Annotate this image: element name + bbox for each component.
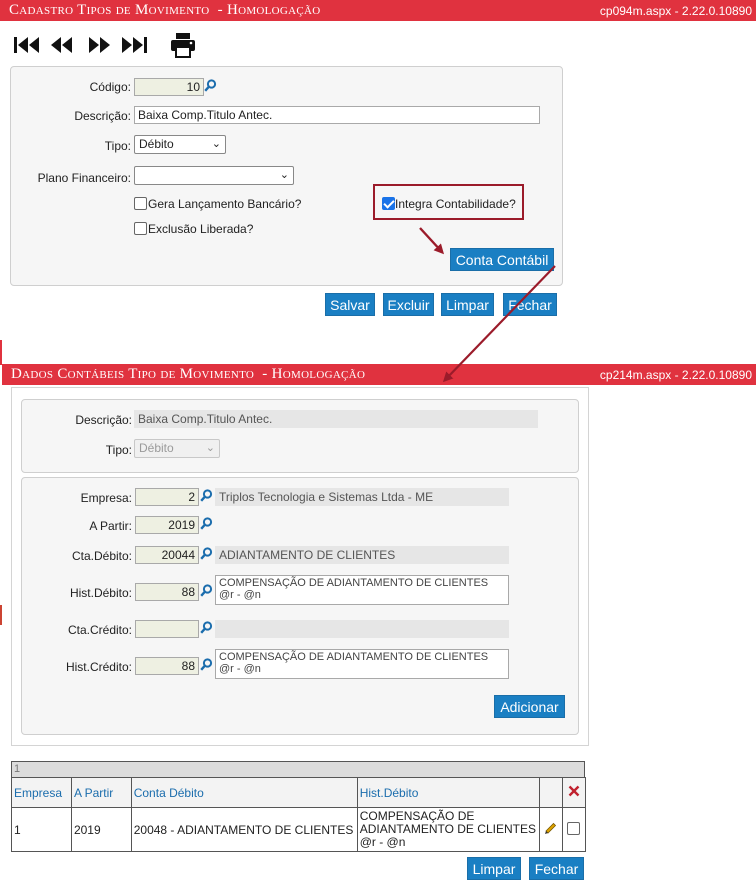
- tipo-select[interactable]: Débito ⌄: [134, 135, 226, 154]
- pencil-icon[interactable]: [544, 821, 558, 835]
- first-page-icon[interactable]: [13, 35, 41, 55]
- tipo-select-value: Débito: [139, 137, 174, 151]
- window1-version: cp094m.aspx - 2.22.0.10890: [599, 4, 752, 18]
- integra-contabilidade-label: Integra Contabilidade?: [395, 197, 516, 211]
- header-tipo-value: Débito: [139, 441, 174, 455]
- histcredito-label: Hist.Crédito:: [65, 660, 132, 674]
- column-header-empresa[interactable]: Empresa: [11, 777, 72, 808]
- window2-title: Dados Contábeis Tipo de Movimento - Homo…: [11, 366, 366, 382]
- header-tipo-select: Débito ⌄: [134, 439, 220, 458]
- window2-fechar-button[interactable]: Fechar: [529, 857, 584, 880]
- search-icon[interactable]: [200, 547, 213, 560]
- column-header-apartir[interactable]: A Partir: [70, 777, 132, 808]
- ctadebito-description: ADIANTAMENTO DE CLIENTES: [215, 546, 509, 564]
- data-grid: Empresa A Partir Conta Débito Hist.Débit…: [11, 777, 587, 852]
- cell-conta-debito: 20048 - ADIANTAMENTO DE CLIENTES: [130, 807, 358, 852]
- ctadebito-input[interactable]: 20044: [135, 546, 199, 564]
- window1-title-bar: Cadastro Tipos de Movimento - Homologaçã…: [0, 0, 756, 21]
- empresa-label: Empresa:: [80, 491, 132, 505]
- cell-edit: [539, 807, 563, 852]
- grid-record-count: 1: [11, 761, 585, 777]
- salvar-button[interactable]: Salvar: [325, 293, 375, 316]
- window1-title: Cadastro Tipos de Movimento - Homologaçã…: [9, 2, 321, 18]
- histcredito-input[interactable]: 88: [135, 657, 199, 675]
- histcredito-description[interactable]: COMPENSAÇÃO DE ADIANTAMENTO DE CLIENTES …: [215, 649, 509, 679]
- search-icon[interactable]: [200, 489, 213, 502]
- codigo-label: Código:: [89, 80, 131, 94]
- ctacredito-description: [215, 620, 509, 638]
- column-header-conta-debito[interactable]: Conta Débito: [130, 777, 358, 808]
- column-header-delete: [561, 777, 587, 808]
- background-window-edge: [0, 340, 2, 365]
- limpar-button[interactable]: Limpar: [441, 293, 494, 316]
- next-page-icon[interactable]: [87, 35, 111, 55]
- window2-title-bar: Dados Contábeis Tipo de Movimento - Homo…: [2, 364, 756, 385]
- column-header-edit: [539, 777, 563, 808]
- conta-contabil-button[interactable]: Conta Contábil: [450, 248, 554, 271]
- fechar-button[interactable]: Fechar: [503, 293, 557, 316]
- cell-hist-debito: COMPENSAÇÃO DE ADIANTAMENTO DE CLIENTES …: [356, 807, 541, 852]
- ctadebito-label: Cta.Débito:: [71, 549, 132, 563]
- codigo-input[interactable]: 10: [134, 78, 204, 96]
- search-icon[interactable]: [204, 79, 217, 92]
- excluir-button[interactable]: Excluir: [383, 293, 434, 316]
- integra-contabilidade-checkbox[interactable]: [382, 197, 395, 210]
- apartir-label: A Partir:: [89, 519, 132, 533]
- descricao-label: Descrição:: [74, 109, 131, 123]
- last-page-icon[interactable]: [120, 35, 148, 55]
- histdebito-label: Hist.Débito:: [69, 586, 132, 600]
- window2-version: cp214m.aspx - 2.22.0.10890: [599, 368, 752, 382]
- chevron-down-icon: ⌄: [205, 442, 215, 454]
- search-icon[interactable]: [200, 584, 213, 597]
- column-header-hist-debito[interactable]: Hist.Débito: [356, 777, 541, 808]
- cell-empresa: 1: [11, 807, 72, 852]
- delete-x-icon[interactable]: [568, 785, 580, 797]
- row-select-checkbox[interactable]: [567, 821, 581, 835]
- grid-header-row: Empresa A Partir Conta Débito Hist.Débit…: [11, 777, 587, 808]
- tipo-label: Tipo:: [104, 139, 131, 153]
- exclusao-liberada-label: Exclusão Liberada?: [148, 222, 254, 236]
- search-icon[interactable]: [200, 658, 213, 671]
- empresa-input[interactable]: 2: [135, 488, 199, 506]
- apartir-input[interactable]: 2019: [135, 516, 199, 534]
- cell-apartir: 2019: [70, 807, 132, 852]
- table-row[interactable]: 1 2019 20048 - ADIANTAMENTO DE CLIENTES …: [11, 807, 587, 852]
- previous-page-icon[interactable]: [50, 35, 74, 55]
- histdebito-input[interactable]: 88: [135, 583, 199, 601]
- chevron-down-icon: ⌄: [279, 169, 289, 181]
- print-icon[interactable]: [169, 31, 197, 59]
- search-icon[interactable]: [200, 517, 213, 530]
- header-descricao-label: Descrição:: [75, 413, 132, 427]
- ctacredito-label: Cta.Crédito:: [67, 623, 132, 637]
- histdebito-description[interactable]: COMPENSAÇÃO DE ADIANTAMENTO DE CLIENTES …: [215, 575, 509, 605]
- plano-financeiro-label: Plano Financeiro:: [37, 171, 131, 185]
- plano-financeiro-select[interactable]: ⌄: [134, 166, 294, 185]
- empresa-description: Triplos Tecnologia e Sistemas Ltda - ME: [215, 488, 509, 506]
- cell-select: [561, 807, 587, 852]
- exclusao-liberada-checkbox[interactable]: [134, 222, 147, 235]
- gera-lancamento-label: Gera Lançamento Bancário?: [148, 197, 302, 211]
- ctacredito-input[interactable]: [135, 620, 199, 638]
- background-window-edge: [0, 605, 2, 625]
- adicionar-button[interactable]: Adicionar: [494, 695, 565, 718]
- chevron-down-icon: ⌄: [211, 138, 221, 150]
- search-icon[interactable]: [200, 621, 213, 634]
- window1-toolbar: [13, 33, 203, 61]
- window2-limpar-button[interactable]: Limpar: [467, 857, 521, 880]
- descricao-input[interactable]: Baixa Comp.Titulo Antec.: [134, 106, 540, 124]
- header-tipo-label: Tipo:: [105, 443, 132, 457]
- header-descricao-input: Baixa Comp.Titulo Antec.: [134, 410, 538, 428]
- gera-lancamento-checkbox[interactable]: [134, 197, 147, 210]
